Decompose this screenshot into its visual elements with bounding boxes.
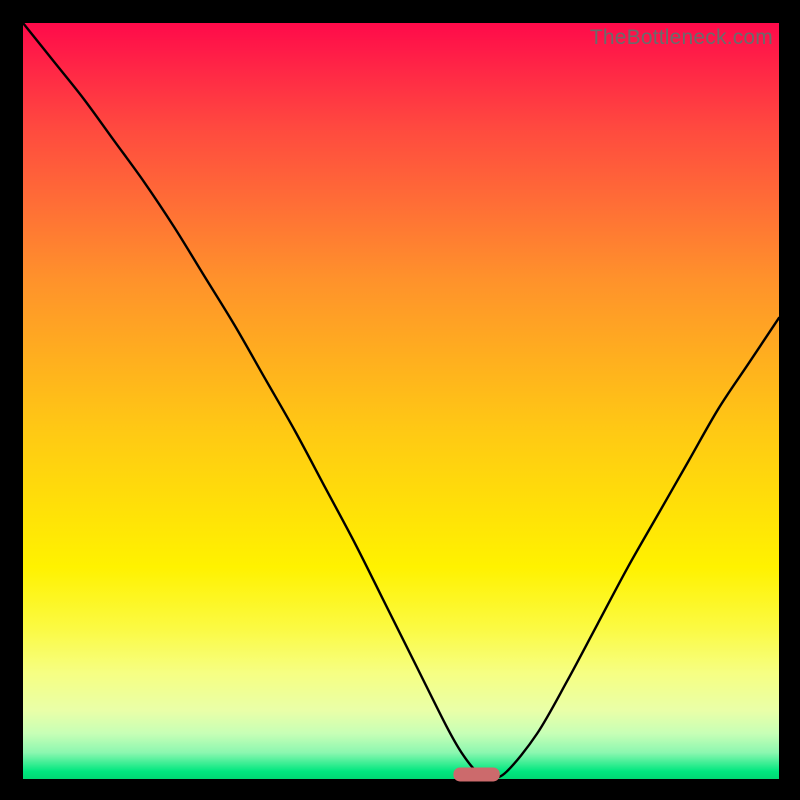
bottleneck-curve	[23, 23, 779, 778]
plot-area: TheBottleneck.com	[23, 23, 779, 779]
optimum-marker	[454, 768, 499, 781]
chart-frame: TheBottleneck.com	[0, 0, 800, 800]
chart-svg	[23, 23, 779, 779]
